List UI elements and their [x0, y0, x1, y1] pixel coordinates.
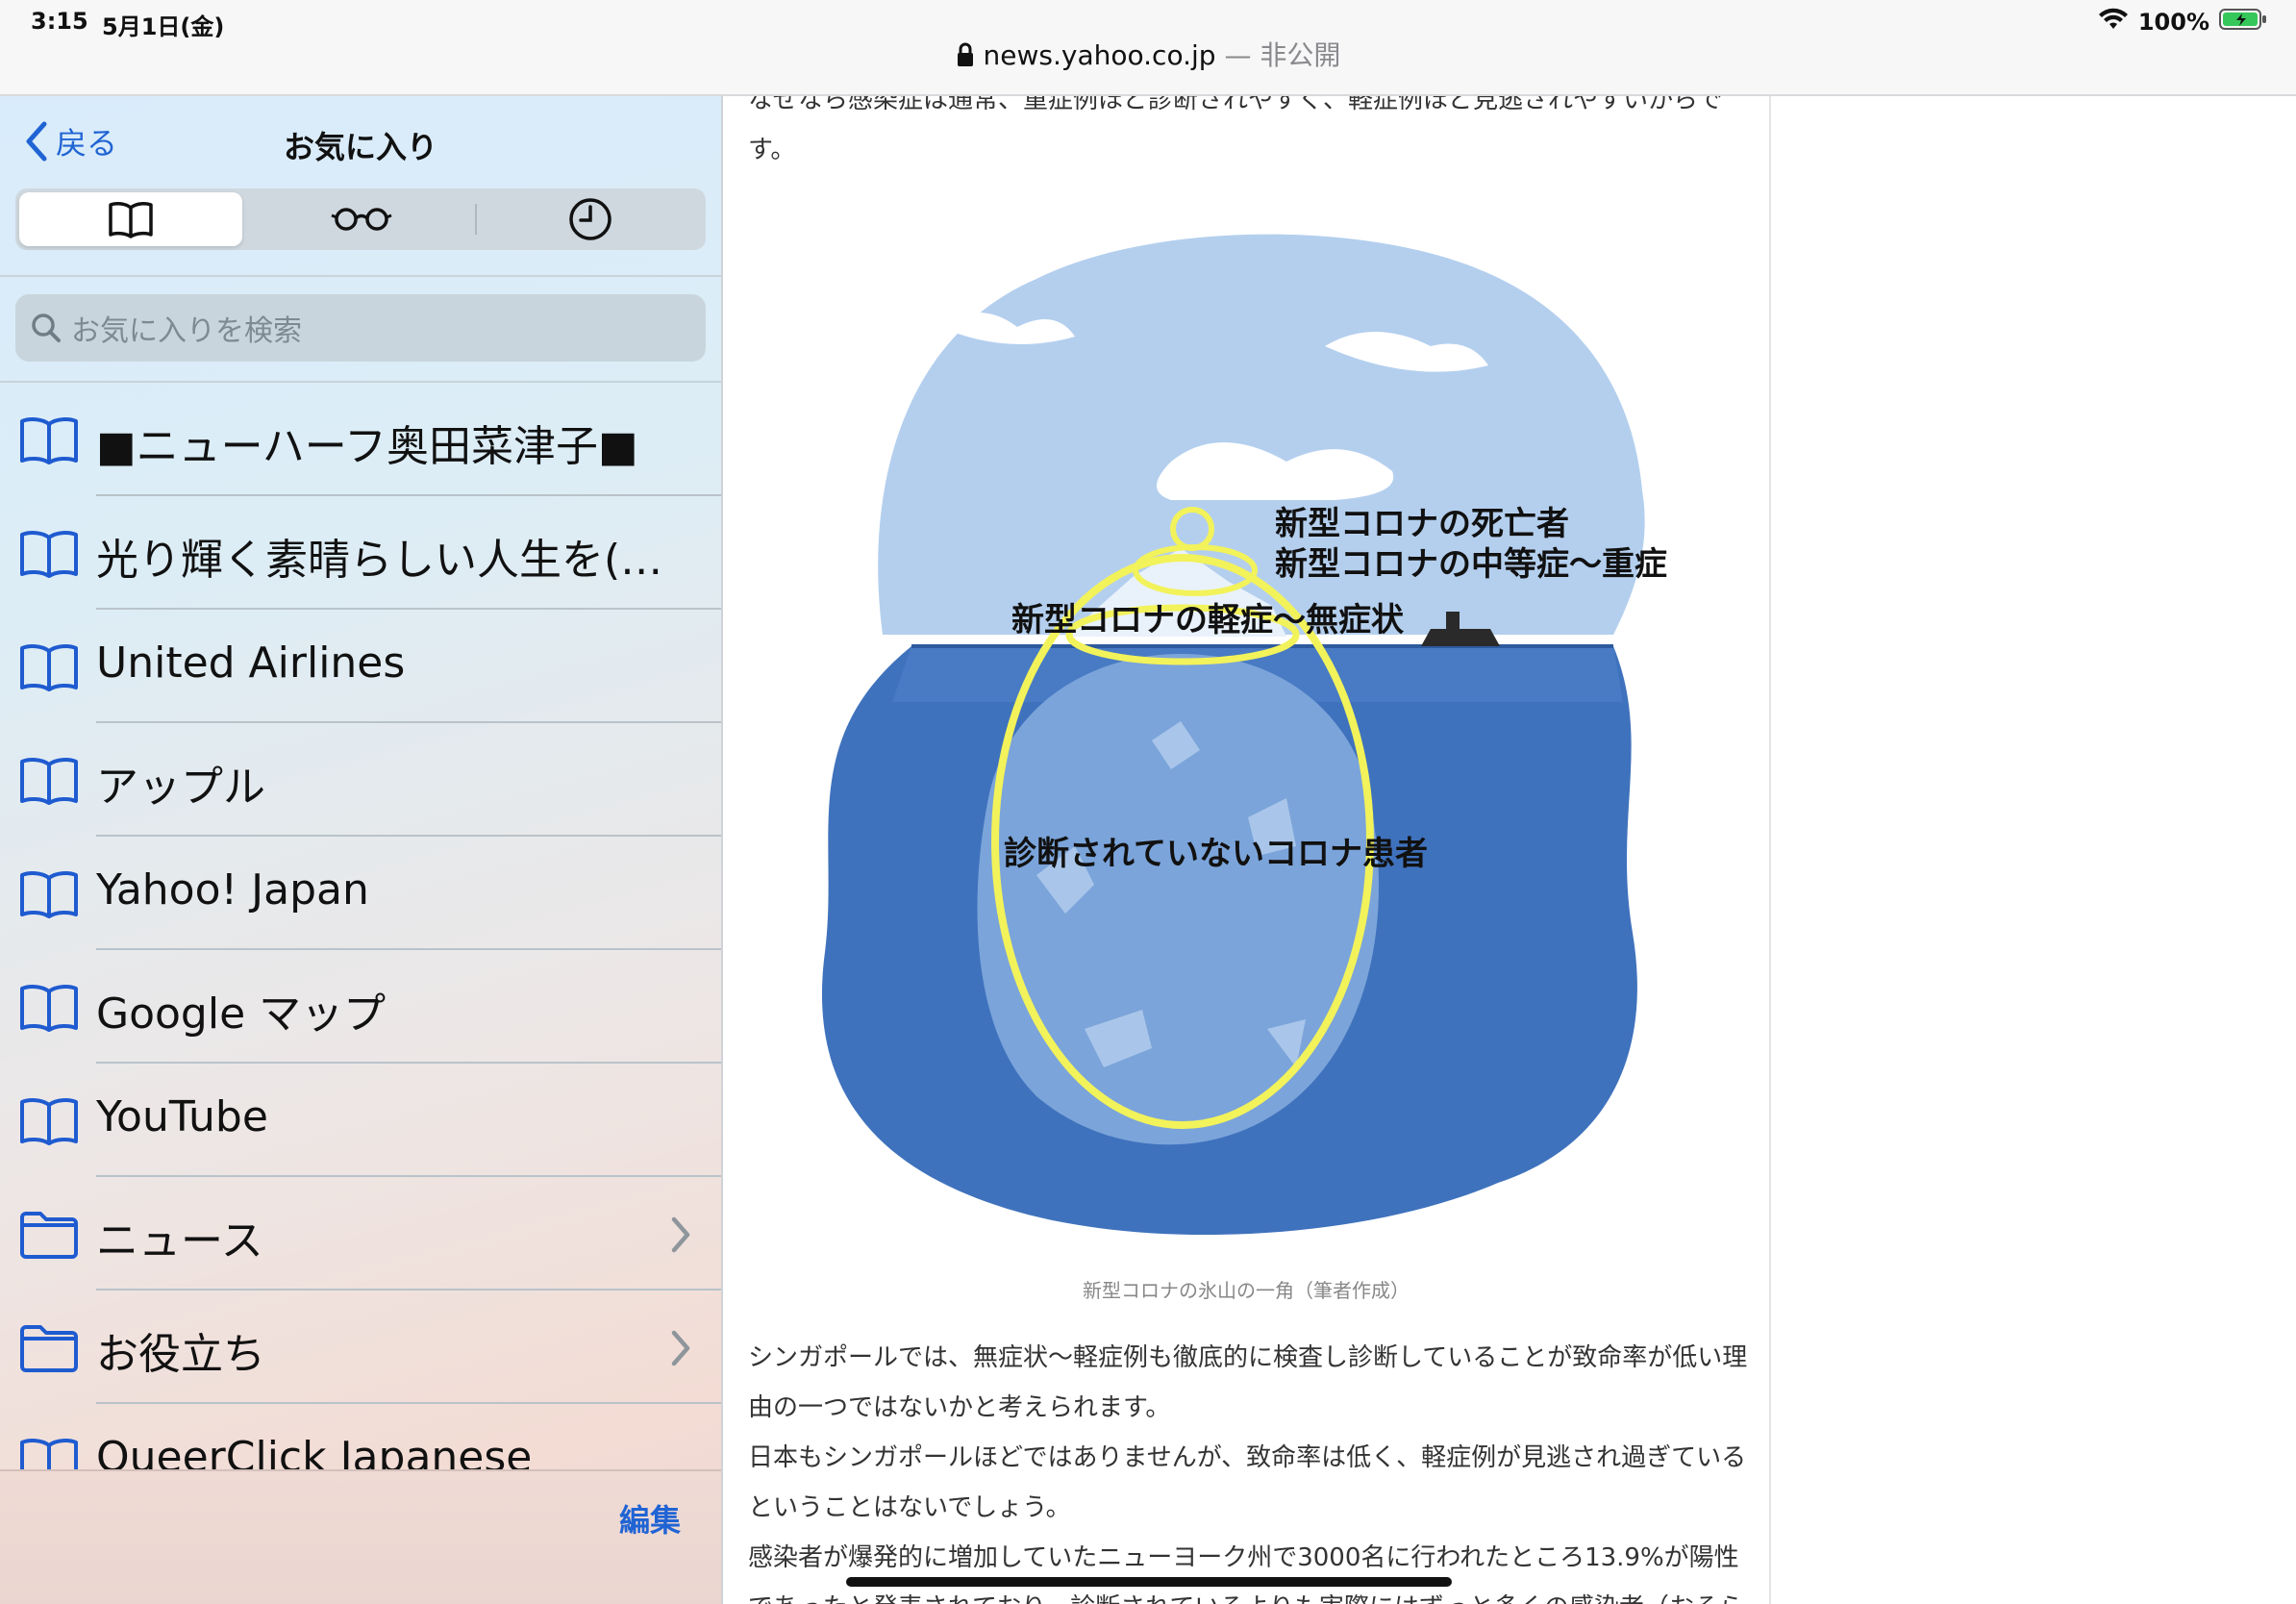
book-icon — [20, 871, 78, 918]
list-item-bookmark[interactable]: 光り輝く素晴らしい人生を(… — [0, 496, 721, 610]
home-indicator[interactable] — [846, 1577, 1452, 1587]
chevron-right-icon — [671, 1330, 690, 1366]
clock: 3:15 — [31, 8, 88, 35]
tab-history[interactable] — [479, 192, 702, 246]
bookmark-label: アップル — [96, 763, 265, 812]
wifi-icon — [2098, 8, 2129, 37]
book-icon — [20, 531, 78, 578]
address-domain: news.yahoo.co.jp — [983, 39, 1216, 71]
ship-cabin — [1446, 612, 1460, 629]
list-item-bookmark[interactable]: Google マップ — [0, 950, 721, 1064]
book-icon — [20, 985, 78, 1032]
search-icon — [32, 313, 61, 342]
folder-icon — [20, 1325, 78, 1372]
lock-icon — [956, 39, 984, 71]
folder-icon — [20, 1212, 78, 1259]
glasses-icon — [331, 208, 392, 231]
battery-icon — [2219, 8, 2267, 37]
bookmark-label: ■ニューハーフ奥田菜津子■ — [96, 422, 638, 471]
book-icon — [20, 758, 78, 805]
book-icon — [20, 1098, 78, 1145]
list-item-bookmark[interactable]: YouTube — [0, 1064, 721, 1177]
list-item-folder[interactable]: お役立ち — [0, 1291, 721, 1404]
divider — [0, 275, 721, 277]
ship — [1421, 629, 1500, 646]
list-item-bookmark[interactable]: アップル — [0, 723, 721, 837]
battery-percent: 100% — [2137, 9, 2209, 36]
article-content: なぜなら感染症は通常、重症例ほど診断されやすく、軽症例ほど見逃されやすいからです… — [723, 96, 1769, 1604]
label-moderate: 新型コロナの中等症〜重症 — [1275, 545, 1667, 584]
search-placeholder: お気に入りを検索 — [71, 314, 302, 348]
chevron-right-icon — [671, 1216, 690, 1253]
article-paragraph: 日本もシンガポールほどではありませんが、致命率は低く、軽症例が見逃され過ぎている… — [748, 1443, 1747, 1522]
book-icon — [20, 644, 78, 691]
article-paragraph: 感染者が爆発的に増加していたニューヨーク州で3000名に行われたところ13.9%… — [748, 1543, 1744, 1604]
article-paragraph: シンガポールでは、無症状〜軽症例も徹底的に検査し診断していることが致命率が低い理… — [748, 1343, 1748, 1422]
sidebar-title: お気に入り — [283, 129, 437, 165]
status-bar: 3:15 5月1日(金) 100% news.yahoo.co.jp — 非公開 — [0, 0, 2296, 96]
clock-icon — [569, 198, 611, 240]
bookmarks-sidebar: 戻る お気に入り お気に入りを検索 ■ニューハーフ奥田菜津子■ 光り輝く素晴らし… — [0, 96, 723, 1604]
tab-reading-list[interactable] — [250, 192, 473, 246]
status-indicators: 100% — [2098, 8, 2267, 37]
article-paragraph: なぜなら感染症は通常、重症例ほど診断されやすく、軽症例ほど見逃されやすいからです… — [748, 96, 1723, 164]
page-margin — [1769, 96, 2296, 1604]
address-bar[interactable]: news.yahoo.co.jp — 非公開 — [0, 35, 2296, 73]
edit-button[interactable]: 編集 — [619, 1496, 681, 1541]
book-icon — [20, 417, 78, 464]
folder-label: お役立ち — [96, 1330, 265, 1379]
address-suffix: — 非公開 — [1224, 39, 1341, 71]
book-icon — [109, 202, 153, 238]
bookmark-label: 光り輝く素晴らしい人生を(… — [96, 536, 663, 585]
iceberg-figure: 新型コロナの死亡者 新型コロナの中等症〜重症 新型コロナの軽症〜無症状 診断され… — [748, 202, 1748, 1275]
label-undiagnosed: 診断されていないコロナ患者 — [1004, 835, 1428, 873]
list-item-bookmark[interactable]: United Airlines — [0, 610, 721, 723]
favorites-list: ■ニューハーフ奥田菜津子■ 光り輝く素晴らしい人生を(… United Airl… — [0, 383, 721, 1517]
folder-label: ニュース — [96, 1216, 263, 1266]
bookmark-label: YouTube — [96, 1092, 268, 1141]
bookmark-label: United Airlines — [96, 639, 406, 688]
tab-bookmarks[interactable] — [19, 192, 242, 246]
segment-divider — [475, 204, 477, 235]
list-item-bookmark[interactable]: ■ニューハーフ奥田菜津子■ — [0, 383, 721, 496]
sidebar-toolbar: 編集 — [0, 1469, 721, 1604]
label-deaths: 新型コロナの死亡者 — [1275, 505, 1569, 543]
figure-caption: 新型コロナの氷山の一角（筆者作成） — [1083, 1279, 1410, 1302]
label-mild: 新型コロナの軽症〜無症状 — [1011, 601, 1405, 639]
list-item-folder[interactable]: ニュース — [0, 1177, 721, 1291]
bookmark-label: Google マップ — [96, 990, 387, 1039]
sidebar-segmented-control — [15, 188, 706, 250]
bookmark-label: Yahoo! Japan — [96, 865, 369, 915]
list-item-bookmark[interactable]: Yahoo! Japan — [0, 837, 721, 950]
search-field[interactable]: お気に入りを検索 — [15, 294, 706, 362]
